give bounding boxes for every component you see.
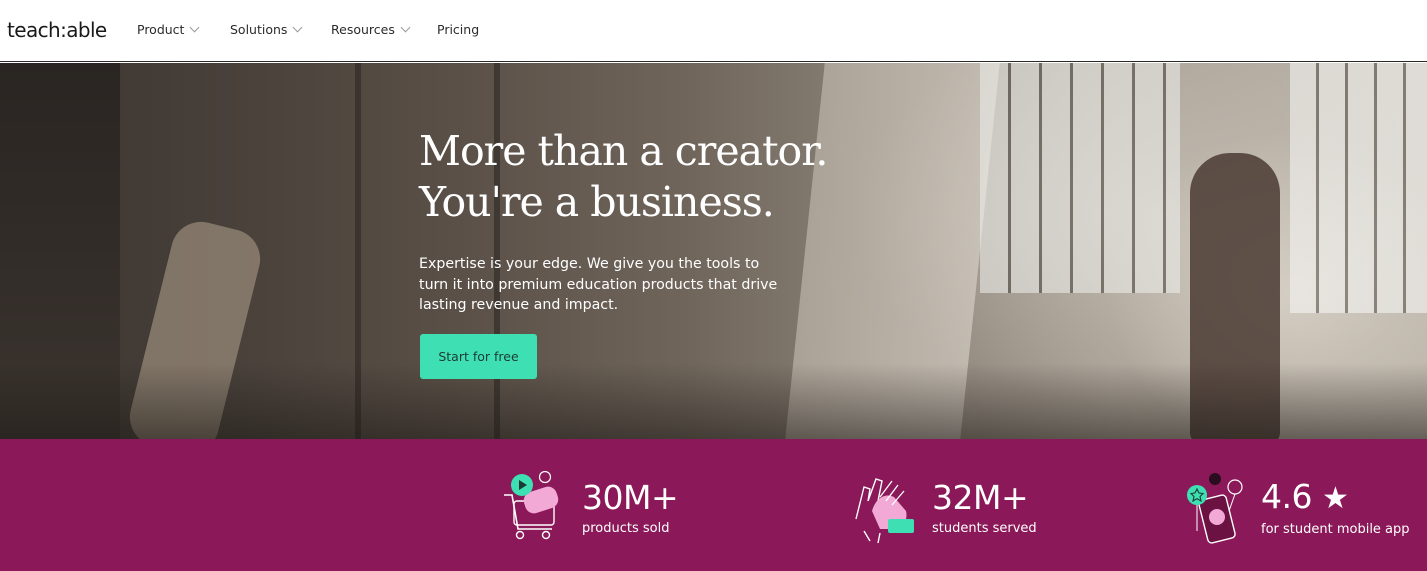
stat-value: 30M+ xyxy=(582,477,679,517)
hero-section: More than a creator. You're a business. … xyxy=(0,63,1427,439)
stat-label: for student mobile app xyxy=(1261,521,1410,537)
nav-item-label: Resources xyxy=(331,22,395,37)
teachable-logo[interactable]: teach:able xyxy=(7,18,107,42)
hero-subtitle: Expertise is your edge. We give you the … xyxy=(419,256,778,313)
star-icon: ★ xyxy=(1321,480,1349,516)
stat-mobile-app-rating: 4.6 ★ for student mobile app xyxy=(1185,471,1410,545)
nav-item-label: Product xyxy=(137,22,185,37)
chevron-down-icon xyxy=(190,22,200,33)
stat-value: 32M+ xyxy=(932,477,1029,517)
stat-label: products sold xyxy=(582,520,670,536)
hero-title: More than a creator. You're a business. xyxy=(419,126,939,228)
nav-item-solutions[interactable]: Solutions xyxy=(230,22,303,37)
hero-title-line: You're a business. xyxy=(419,178,775,226)
hero-window-shape xyxy=(980,63,1180,293)
nav-item-pricing[interactable]: Pricing xyxy=(437,22,479,37)
hero-window-shape xyxy=(1290,63,1427,313)
mobile-app-rating-icon xyxy=(1187,473,1243,544)
hero-background-shape xyxy=(0,363,1427,439)
stats-band: 30M+ products sold 32M+ students served xyxy=(0,439,1427,571)
stat-value-number: 4.6 xyxy=(1261,476,1312,516)
hero-title-line: More than a creator. xyxy=(419,127,828,175)
raised-hands-icon xyxy=(855,478,914,544)
stat-students-served: 32M+ students served xyxy=(850,471,1037,545)
chevron-down-icon xyxy=(292,22,303,33)
shopping-cart-icon xyxy=(504,471,559,540)
start-for-free-button[interactable]: Start for free xyxy=(420,334,537,379)
nav-item-product[interactable]: Product xyxy=(137,22,200,37)
nav-item-label: Pricing xyxy=(437,22,480,37)
stat-value: 4.6 ★ xyxy=(1261,476,1410,518)
stat-products-sold: 30M+ products sold xyxy=(500,471,679,545)
chevron-down-icon xyxy=(400,22,411,33)
nav-item-label: Solutions xyxy=(230,22,288,37)
stat-label: students served xyxy=(932,520,1037,536)
nav-item-resources[interactable]: Resources xyxy=(331,22,411,37)
top-nav: teach:able Product Solutions Resources P… xyxy=(0,0,1427,62)
